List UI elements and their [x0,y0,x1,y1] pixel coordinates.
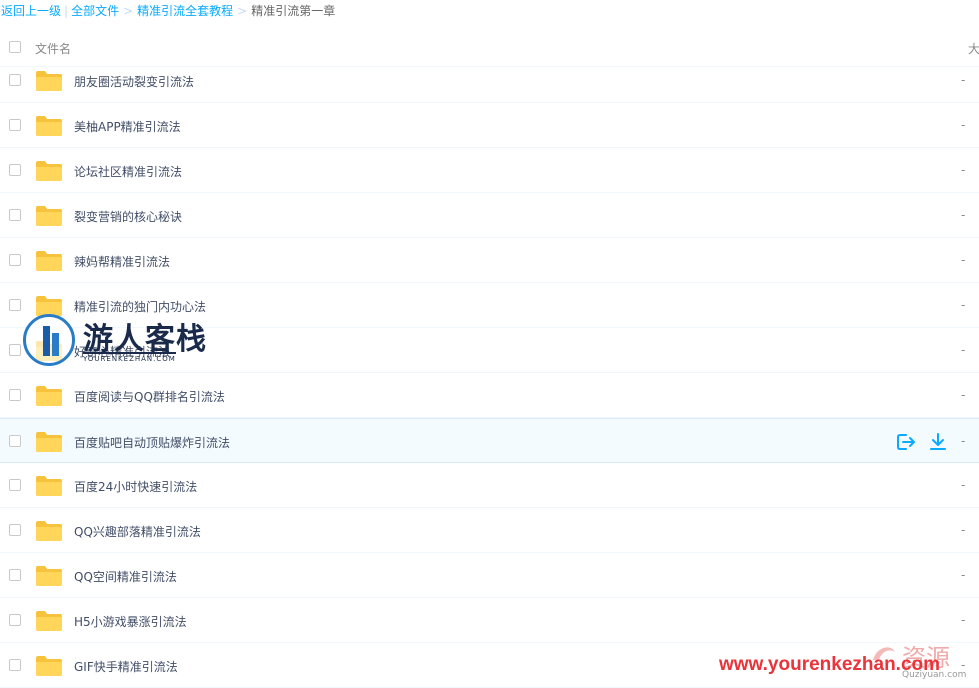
file-row[interactable]: H5小游戏暴涨引流法 - [0,598,979,643]
row-checkbox[interactable] [9,254,21,266]
folder-icon [36,386,62,406]
breadcrumb: 返回上一级 | 全部文件 > 精准引流全套教程 > 精准引流第一章 [1,2,335,20]
row-checkbox[interactable] [9,344,21,356]
file-size: - [961,253,966,267]
row-checkbox[interactable] [9,389,21,401]
file-size: - [961,73,966,87]
select-all-checkbox[interactable] [9,41,21,53]
folder-icon [36,566,62,586]
file-name[interactable]: 论坛社区精准引流法 [74,163,182,180]
folder-icon [36,116,62,136]
file-size: - [961,208,966,222]
file-size: - [961,163,966,177]
file-name[interactable]: 朋友圈活动裂变引流法 [74,73,194,90]
file-row[interactable]: 百度24小时快速引流法 - [0,463,979,508]
row-checkbox[interactable] [9,659,21,671]
folder-icon [36,656,62,676]
row-checkbox[interactable] [9,479,21,491]
back-link[interactable]: 返回上一级 [1,4,61,18]
file-row[interactable]: 精准引流的独门内功心法 - [0,283,979,328]
file-name[interactable]: 好奇心精准引流法 [74,343,170,360]
file-name[interactable]: H5小游戏暴涨引流法 [74,613,187,630]
file-name[interactable]: 百度贴吧自动顶贴爆炸引流法 [74,434,230,451]
folder-icon [36,296,62,316]
breadcrumb-parent[interactable]: 精准引流全套教程 [137,4,233,18]
row-checkbox[interactable] [9,164,21,176]
file-name[interactable]: QQ空间精准引流法 [74,568,177,585]
row-checkbox[interactable] [9,435,21,447]
column-header-name[interactable]: 文件名 [35,40,71,57]
file-size: - [961,118,966,132]
file-name[interactable]: 美柚APP精准引流法 [74,118,181,135]
file-row[interactable]: 朋友圈活动裂变引流法 - [0,58,979,103]
folder-icon [36,251,62,271]
folder-icon [36,476,62,496]
file-row[interactable]: 裂变营销的核心秘诀 - [0,193,979,238]
row-checkbox[interactable] [9,74,21,86]
row-checkbox[interactable] [9,119,21,131]
breadcrumb-separator-icon: > [237,4,248,18]
file-row[interactable]: GIF快手精准引流法 - [0,643,979,688]
file-name[interactable]: 辣妈帮精准引流法 [74,253,170,270]
file-size: - [961,523,966,537]
folder-icon [36,341,62,361]
row-checkbox[interactable] [9,524,21,536]
file-name[interactable]: 百度阅读与QQ群排名引流法 [74,388,225,405]
file-size: - [961,343,966,357]
file-row[interactable]: 辣妈帮精准引流法 - [0,238,979,283]
row-checkbox[interactable] [9,299,21,311]
download-icon[interactable] [928,432,948,452]
file-size: - [961,613,966,627]
file-size: - [961,298,966,312]
breadcrumb-separator-icon: > [123,4,134,18]
file-name[interactable]: 百度24小时快速引流法 [74,478,197,495]
column-header-size[interactable]: 大 [968,40,979,57]
file-row[interactable]: 百度阅读与QQ群排名引流法 - [0,373,979,418]
folder-icon [36,161,62,181]
folder-icon [36,432,62,452]
file-name[interactable]: 精准引流的独门内功心法 [74,298,206,315]
file-row[interactable]: 论坛社区精准引流法 - [0,148,979,193]
file-row[interactable]: 百度贴吧自动顶贴爆炸引流法 - [0,418,979,463]
row-checkbox[interactable] [9,569,21,581]
file-row[interactable]: QQ兴趣部落精准引流法 - [0,508,979,553]
file-name[interactable]: GIF快手精准引流法 [74,658,178,675]
folder-icon [36,71,62,91]
file-size: - [961,568,966,582]
file-row[interactable]: QQ空间精准引流法 - [0,553,979,598]
file-size: - [961,434,966,448]
file-size: - [961,388,966,402]
file-size: - [961,658,966,672]
breadcrumb-current: 精准引流第一章 [251,4,336,18]
folder-icon [36,206,62,226]
file-name[interactable]: 裂变营销的核心秘诀 [74,208,182,225]
breadcrumb-divider: | [64,4,69,18]
folder-icon [36,611,62,631]
row-checkbox[interactable] [9,614,21,626]
row-checkbox[interactable] [9,209,21,221]
folder-icon [36,521,62,541]
share-export-icon[interactable] [896,432,916,452]
file-row[interactable]: 好奇心精准引流法 - [0,328,979,373]
file-row[interactable]: 美柚APP精准引流法 - [0,103,979,148]
file-name[interactable]: QQ兴趣部落精准引流法 [74,523,201,540]
breadcrumb-all-files[interactable]: 全部文件 [71,4,119,18]
file-size: - [961,478,966,492]
